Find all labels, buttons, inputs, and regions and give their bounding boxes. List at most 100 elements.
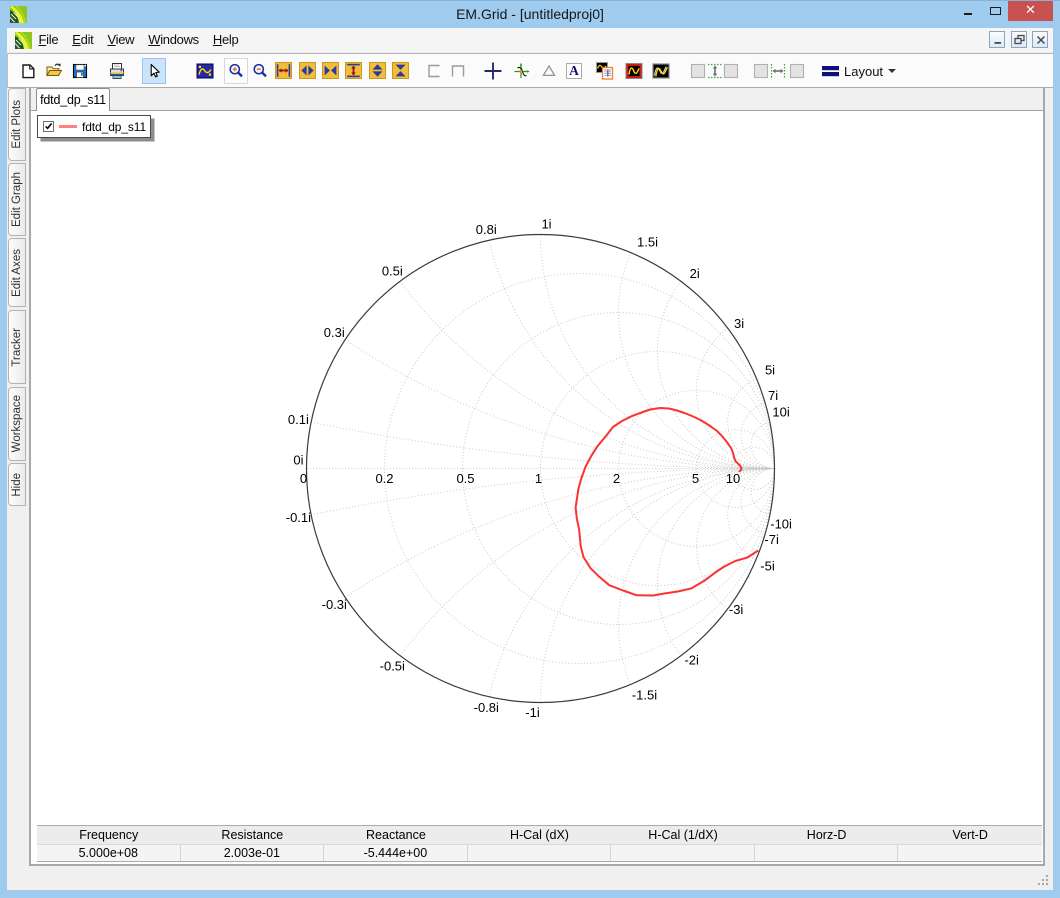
sidebar-tab-edit-graph[interactable]: Edit Graph [8,163,26,236]
reactance-label: 1.5i [637,235,658,250]
shrink-x-in-icon [322,62,340,80]
resistance-label: 2 [613,471,620,486]
reactance-label: 0.3i [324,325,345,340]
reactance-label: -0.5i [380,659,405,674]
toolbar-stretch-y-out-button[interactable] [366,58,390,84]
menu-view[interactable]: View [100,28,141,53]
toolbar-shrink-y-in-button[interactable] [389,58,413,84]
disabled-square-icon [722,62,740,80]
resistance-label: 0.5 [456,471,474,486]
maximize-button[interactable] [983,0,1009,21]
reactance-label: -2i [684,653,699,668]
toolbar-expand-y-button[interactable] [342,58,366,84]
toolbar-fit-plot-button[interactable] [193,58,217,84]
trace-fdtd_dp_s11 [576,408,758,596]
toolbar-zoom-in-button[interactable] [224,58,248,84]
toolbar-expand-x-button[interactable] [272,58,296,84]
caret-down-icon [888,69,896,73]
toolbar-crosshair-button[interactable] [481,58,505,84]
toolbar-zoom-out-button[interactable] [248,58,272,84]
toolbar-layout-dropdown[interactable]: Layout [822,58,896,84]
resize-grip[interactable] [1038,875,1050,887]
expand-y-icon [345,62,363,80]
checkmark-icon [44,122,53,131]
toolbar-double-curve-button[interactable] [649,58,673,84]
disabled-square-icon [788,62,806,80]
close-button[interactable]: ✕ [1008,1,1053,21]
legend-box[interactable]: fdtd_dp_s11 [37,115,151,138]
reactance-label: -10i [770,516,792,531]
minimize-button[interactable] [953,0,983,21]
sidebar-tab-workspace[interactable]: Workspace [8,387,26,461]
tab-fdtd-dp-s11[interactable]: fdtd_dp_s11 [36,88,110,111]
mdi-client-area: Edit Plots Edit Graph Edit Axes Tracker Work… [7,88,1053,866]
mdi-minimize-icon [992,34,1004,46]
menu-bar: FileEditViewWindowsHelp [7,28,1053,53]
text-label-icon: A [565,62,583,80]
toolbar-new-document-button[interactable] [16,58,40,84]
resistance-label: 0 [300,471,307,486]
document-logo-icon[interactable] [15,32,32,49]
mdi-close-button[interactable] [1032,31,1048,48]
resistance-label: 1 [535,471,542,486]
reactance-label: 2i [690,266,700,281]
smith-chart[interactable]: 00.20.5125100.1i-0.1i0.3i-0.3i0.5i-0.5i0… [31,111,1043,825]
tracker-header-cell: Reactance [324,826,468,844]
toolbar-text-label-button[interactable]: A [562,58,586,84]
toolbar-stretch-x-out-button[interactable] [296,58,320,84]
tracker-value-cell: 5.000e+08 [37,845,181,861]
toolbar-print-button[interactable] [105,58,129,84]
corner-left-icon [425,62,443,80]
reactance-label: 3i [734,316,744,331]
menu-file[interactable]: File [32,28,66,53]
tracker-table: FrequencyResistanceReactanceH-Cal (dX)H-… [37,825,1042,862]
sidebar-tab-label: Edit Graph [11,172,23,227]
title-bar: EM.Grid - [untitledproj0] ✕ [0,0,1060,28]
legend-checkbox[interactable] [43,121,54,132]
toolbar-shrink-x-in-button[interactable] [319,58,343,84]
stretch-y-out-icon [369,62,387,80]
zoom-out-icon [251,62,269,80]
mdi-window-buttons [988,31,1048,49]
app-window: EM.Grid - [untitledproj0] ✕ FileEditView… [0,0,1060,898]
pointer-select-icon [145,62,163,80]
resistance-label: 5 [692,471,699,486]
menu-windows[interactable]: Windows [141,28,206,53]
legend-line-sample [59,125,77,128]
double-curve-icon [652,62,670,80]
tracker-header-cell: Horz-D [755,826,899,844]
mdi-close-icon [1035,34,1047,46]
tracker-value-cell [611,845,755,861]
single-curve-icon [625,62,643,80]
menu-edit[interactable]: Edit [65,28,100,53]
sidebar-tab-hide[interactable]: Hide [8,463,26,506]
menu-help[interactable]: Help [206,28,246,53]
toolbar-corner-left-button[interactable] [422,58,446,84]
reactance-label: -7i [764,532,779,547]
toolbar-axes-button[interactable] [510,58,534,84]
tracker-value-cell [898,845,1042,861]
toolbar-single-curve-button[interactable] [622,58,646,84]
sidebar-tab-edit-plots[interactable]: Edit Plots [8,88,26,161]
zero-reactance-label: 0i [293,453,303,468]
toolbar-save-file-button[interactable] [68,58,92,84]
tracker-value-cell: -5.444e+00 [324,845,468,861]
toolbar-pointer-select-button[interactable] [142,58,166,84]
mdi-minimize-button[interactable] [989,31,1005,48]
toolbar-open-file-button[interactable] [42,58,66,84]
resistance-label: 10 [726,471,740,486]
mdi-restore-button[interactable] [1011,31,1027,48]
toolbar-triangle-marker-button[interactable] [537,58,561,84]
sidebar-tab-edit-axes[interactable]: Edit Axes [8,238,26,307]
corner-top-icon [449,62,467,80]
sidebar-tab-tracker[interactable]: Tracker [8,310,26,384]
tracker-value-cell [468,845,612,861]
menu-items: FileEditViewWindowsHelp [32,28,246,53]
toolbar-corner-top-button[interactable] [446,58,470,84]
tracker-header-cell: H-Cal (dX) [468,826,612,844]
toolbar-copy-properties-button[interactable] [593,58,617,84]
reactance-label: -5i [760,559,775,574]
reactance-label: 1i [541,217,551,232]
sidebar-tab-label: Tracker [11,328,23,367]
axes-icon [513,62,531,80]
